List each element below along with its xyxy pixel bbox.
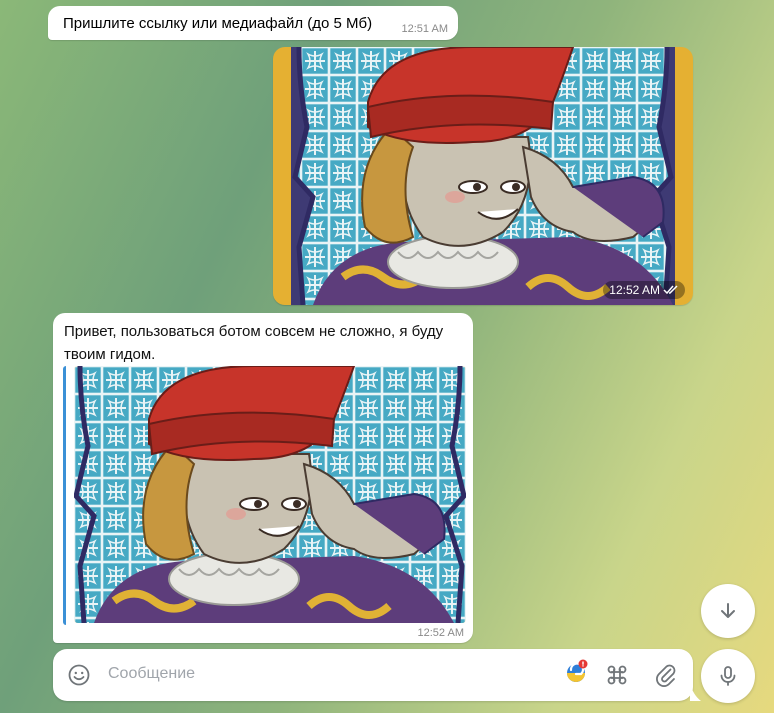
link-preview[interactable] <box>63 366 466 625</box>
scroll-down-button[interactable] <box>701 584 755 638</box>
emoji-icon[interactable] <box>68 664 90 686</box>
message-time: 12:52 AM <box>417 627 464 639</box>
preview-image <box>74 366 466 623</box>
message-composer: Сообщение <box>53 649 693 701</box>
arrow-down-icon <box>721 603 735 618</box>
composer-tail <box>690 683 701 701</box>
meme-illustration <box>273 47 693 305</box>
attach-icon[interactable] <box>654 663 678 687</box>
incoming-message[interactable]: Пришлите ссылку или медиафайл (до 5 Мб) … <box>48 6 458 40</box>
meme-illustration <box>74 366 466 623</box>
photo-time-badge: 12:52 AM <box>603 281 685 299</box>
message-time: 12:52 AM <box>609 283 660 297</box>
voice-record-button[interactable] <box>701 649 755 703</box>
incoming-message-with-preview[interactable]: Привет, пользоваться ботом совсем не сло… <box>53 313 473 643</box>
bot-badge-icon[interactable] <box>564 658 590 684</box>
microphone-icon <box>720 666 736 686</box>
message-text: Привет, пользоваться ботом совсем не сло… <box>64 323 444 363</box>
message-input[interactable]: Сообщение <box>108 665 195 683</box>
message-text: Пришлите ссылку или медиафайл (до 5 Мб) <box>63 15 373 32</box>
command-icon[interactable] <box>605 663 629 687</box>
outgoing-photo-message[interactable]: 12:52 AM <box>273 47 693 305</box>
message-time: 12:51 AM <box>401 23 448 35</box>
chat-area: Пришлите ссылку или медиафайл (до 5 Мб) … <box>0 0 774 713</box>
double-check-icon <box>663 285 678 295</box>
